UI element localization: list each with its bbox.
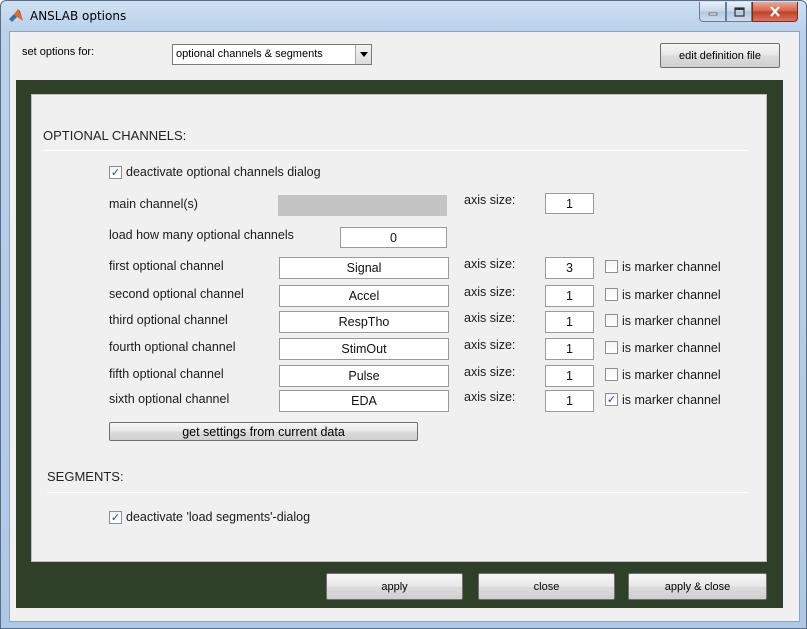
optional-channel-label: first optional channel [109,259,224,273]
load-count-label: load how many optional channels [109,228,294,242]
apply-and-close-button[interactable]: apply & close [628,573,767,600]
main-axis-size-label: axis size: [464,193,516,207]
optional-channels-heading: OPTIONAL CHANNELS: [43,128,187,143]
axis-size-field[interactable]: 1 [545,311,594,333]
edit-definition-file-button[interactable]: edit definition file [660,43,780,68]
marker-channel-label: is marker channel [622,260,721,274]
minimize-icon [708,12,717,15]
chevron-down-icon[interactable] [355,45,371,64]
axis-size-field[interactable]: 1 [545,338,594,360]
deactivate-optional-dialog-label: deactivate optional channels dialog [126,165,321,179]
window-title: ANSLAB options [30,9,127,23]
optional-channel-label: third optional channel [109,313,228,327]
segments-heading: SEGMENTS: [47,469,124,484]
axis-size-field[interactable]: 1 [545,390,594,412]
deactivate-segments-dialog-checkbox[interactable]: ✓ [109,511,122,524]
close-icon [770,6,780,17]
section-divider [43,150,748,151]
axis-size-field[interactable]: 3 [545,257,594,279]
close-button[interactable]: close [478,573,615,600]
marker-channel-label: is marker channel [622,341,721,355]
axis-size-field[interactable]: 1 [545,365,594,387]
optional-channel-name-field[interactable]: StimOut [279,338,449,360]
optional-channel-name-field[interactable]: RespTho [279,311,449,333]
axis-size-label: axis size: [464,311,516,325]
load-count-field[interactable]: 0 [340,227,447,248]
main-channel-label: main channel(s) [109,197,198,211]
main-channel-field [278,195,447,216]
axis-size-label: axis size: [464,257,516,271]
checkmark-icon: ✓ [606,393,617,406]
marker-channel-label: is marker channel [622,368,721,382]
set-options-label: set options for: [22,46,95,58]
options-select-value: optional channels & segments [176,48,323,60]
main-axis-size-field[interactable]: 1 [545,193,594,214]
close-window-button[interactable] [752,2,798,22]
marker-channel-label: is marker channel [622,288,721,302]
optional-channel-name-field[interactable]: Pulse [279,365,449,387]
axis-size-label: axis size: [464,365,516,379]
matlab-logo-icon [9,9,23,22]
maximize-icon [733,6,745,17]
optional-channel-name-field[interactable]: EDA [279,390,449,412]
axis-size-label: axis size: [464,285,516,299]
optional-channel-name-field[interactable]: Accel [279,285,449,307]
optional-channel-label: fifth optional channel [109,367,224,381]
deactivate-optional-dialog-checkbox[interactable]: ✓ [109,166,122,179]
marker-channel-checkbox[interactable]: ✓ [605,393,618,406]
section-divider [47,492,748,493]
checkmark-icon: ✓ [110,166,121,179]
options-select[interactable]: optional channels & segments [172,44,372,65]
marker-channel-checkbox[interactable] [605,314,618,327]
marker-channel-checkbox[interactable] [605,288,618,301]
axis-size-field[interactable]: 1 [545,285,594,307]
marker-channel-label: is marker channel [622,393,721,407]
axis-size-label: axis size: [464,338,516,352]
get-settings-button[interactable]: get settings from current data [109,422,418,441]
marker-channel-checkbox[interactable] [605,341,618,354]
minimize-button[interactable] [699,2,726,22]
optional-channel-label: second optional channel [109,287,244,301]
optional-channel-label: sixth optional channel [109,392,230,406]
apply-button[interactable]: apply [326,573,463,600]
title-bar[interactable]: ANSLAB options [1,1,806,31]
deactivate-segments-dialog-label: deactivate 'load segments'-dialog [126,510,311,524]
marker-channel-checkbox[interactable] [605,368,618,381]
axis-size-label: axis size: [464,390,516,404]
optional-channel-name-field[interactable]: Signal [279,257,449,279]
marker-channel-label: is marker channel [622,314,721,328]
checkmark-icon: ✓ [110,511,121,524]
maximize-button[interactable] [726,2,752,22]
optional-channel-label: fourth optional channel [109,340,236,354]
marker-channel-checkbox[interactable] [605,260,618,273]
